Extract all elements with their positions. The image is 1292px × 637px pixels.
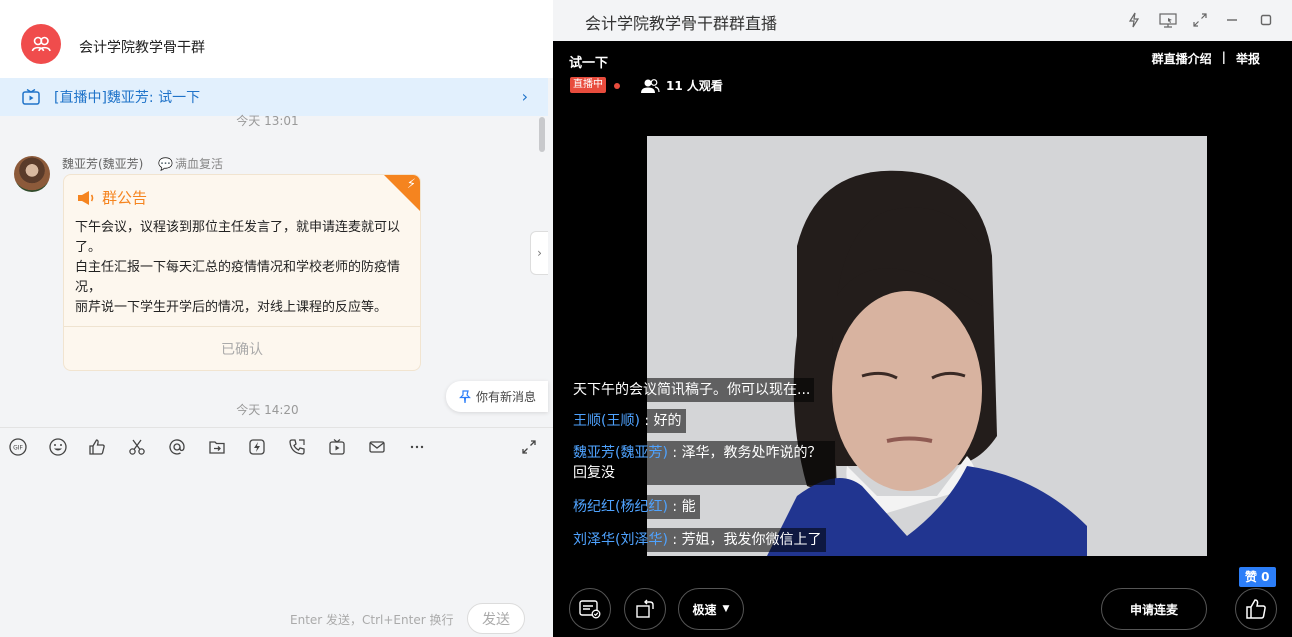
speed-label: 极速: [692, 602, 717, 617]
chat-bubble-icon: 💬: [158, 156, 173, 171]
danmu-message: 杨纪红(杨纪红) : 能: [569, 495, 700, 519]
apply-mic-button[interactable]: 申请连麦: [1101, 588, 1207, 630]
danmu-sender[interactable]: 刘泽华(刘泽华): [573, 532, 668, 548]
more-icon[interactable]: [407, 437, 427, 457]
at-icon[interactable]: [167, 437, 187, 457]
live-indicator-dot: [614, 83, 620, 89]
viewers-icon: [641, 78, 660, 93]
sender-name[interactable]: 魏亚芳(魏亚芳): [62, 155, 143, 172]
danmu-settings-icon: [579, 600, 601, 619]
flash-icon: ⚡: [406, 177, 416, 192]
chat-header: 会计学院教学骨干群: [0, 0, 553, 78]
like-button[interactable]: [1235, 588, 1277, 630]
scrollbar[interactable]: [539, 117, 545, 152]
scissors-icon[interactable]: [127, 437, 147, 457]
input-toolbar: GIF: [0, 427, 553, 467]
announcement-line: 下午会议，议程该到那位主任发言了，就申请连麦就可以了。: [75, 220, 401, 255]
rotate-button[interactable]: [624, 588, 666, 630]
gif-icon[interactable]: GIF: [8, 437, 28, 457]
viewer-count-label: 11 人观看: [666, 79, 723, 93]
link-separator: |: [1221, 50, 1226, 64]
time-separator: 今天 14:20: [236, 403, 299, 417]
minimize-icon[interactable]: [1221, 9, 1243, 31]
chat-pane: 会计学院教学骨干群 [直播中]魏亚芳: 试一下 › 今天 13:01 魏亚芳(魏…: [0, 0, 553, 637]
danmu-text: 好的: [653, 413, 682, 429]
danmu-sender[interactable]: 魏亚芳(魏亚芳): [573, 445, 668, 461]
send-button[interactable]: 发送: [467, 603, 525, 634]
video-feed[interactable]: [647, 136, 1207, 556]
expand-icon[interactable]: [519, 437, 539, 457]
announcement-line: 白主任汇报一下每天汇总的疫情情况和学校老师的防疫情况，: [75, 260, 401, 295]
danmu-message: 魏亚芳(魏亚芳) : 泽华，教务处咋说的？回复没: [569, 441, 835, 485]
sender-tag: 💬 满血复活: [158, 155, 223, 172]
danmu-text: 能: [681, 499, 696, 515]
group-avatar[interactable]: [21, 24, 61, 64]
svg-text:GIF: GIF: [13, 445, 23, 452]
time-separator: 今天 13:01: [236, 114, 299, 128]
avatar[interactable]: [14, 156, 50, 192]
announcement-body: 下午会议，议程该到那位主任发言了，就申请连麦就可以了。 白主任汇报一下每天汇总的…: [75, 218, 415, 318]
danmu-message: 刘泽华(刘泽华) : 芳姐，我发你微信上了: [569, 528, 826, 552]
flash-icon[interactable]: [1123, 9, 1145, 31]
live-titlebar: 会计学院教学骨干群群直播: [553, 0, 1292, 41]
danmu-text: 天下午的会议简讯稿子。你可以现在...: [573, 382, 811, 398]
emoji-icon[interactable]: [48, 437, 68, 457]
rotate-icon: [636, 599, 654, 618]
caret-down-icon: ▼: [722, 604, 730, 614]
live-banner[interactable]: [直播中]魏亚芳: 试一下 ›: [0, 78, 548, 116]
sender-tag-label: 满血复活: [174, 157, 223, 171]
live-controls: 极速 ▼ 申请连麦: [553, 580, 1292, 637]
live-banner-text: [直播中]魏亚芳: 试一下: [54, 90, 201, 106]
phone-icon[interactable]: [287, 437, 307, 457]
danmu-sender[interactable]: 王顺(王顺): [573, 413, 640, 429]
danmu-message: 天下午的会议简讯稿子。你可以现在...: [569, 378, 815, 402]
announcement-header: 群公告: [76, 187, 147, 208]
mail-icon[interactable]: [367, 437, 387, 457]
thumbs-up-icon: [1246, 599, 1266, 619]
flash-icon[interactable]: [247, 437, 267, 457]
presenter-video: [647, 136, 1207, 556]
chevron-right-icon: ›: [537, 246, 542, 260]
chevron-right-icon: ›: [521, 87, 528, 106]
collapse-panel-button[interactable]: ›: [530, 231, 548, 275]
maximize-icon[interactable]: [1255, 9, 1277, 31]
send-hint: Enter 发送，Ctrl+Enter 换行: [290, 613, 454, 627]
forward-icon[interactable]: [207, 437, 227, 457]
thumbs-up-icon[interactable]: [87, 437, 107, 457]
report-link[interactable]: 举报: [1236, 50, 1260, 67]
viewer-count[interactable]: 11 人观看: [640, 77, 723, 94]
announcement-card[interactable]: ⚡ 群公告 下午会议，议程该到那位主任发言了，就申请连麦就可以了。 白主任汇报一…: [63, 174, 421, 371]
danmu-message: 王顺(王顺) : 好的: [569, 409, 686, 433]
window-title: 会计学院教学骨干群群直播: [585, 14, 778, 33]
danmu-sender[interactable]: 杨纪红(杨纪红): [573, 499, 668, 515]
speed-select[interactable]: 极速 ▼: [678, 588, 744, 630]
confirmed-button[interactable]: 已确认: [64, 327, 420, 370]
live-icon[interactable]: [327, 437, 347, 457]
stream-title: 试一下: [569, 56, 609, 71]
danmu-text: 芳姐，我发你微信上了: [681, 532, 822, 548]
megaphone-icon: [78, 190, 94, 205]
screen-share-icon[interactable]: [1157, 9, 1179, 31]
top-links: 群直播介绍 | 举报: [1152, 50, 1260, 67]
group-icon: [31, 36, 51, 52]
fullscreen-icon[interactable]: [1189, 9, 1211, 31]
live-badge: 直播中: [570, 77, 606, 93]
live-intro-link[interactable]: 群直播介绍: [1152, 50, 1212, 67]
group-name: 会计学院教学骨干群: [79, 40, 205, 56]
announcement-line: 丽芹说一下学生开学后的情况，对线上课程的反应等。: [75, 300, 388, 315]
live-pane: 会计学院教学骨干群群直播 试一下 群直播介绍 | 举报 直播中 11 人观看 天…: [553, 0, 1292, 637]
danmu-toggle-button[interactable]: [569, 588, 611, 630]
live-tv-icon: [22, 89, 40, 105]
announcement-title: 群公告: [102, 189, 148, 207]
